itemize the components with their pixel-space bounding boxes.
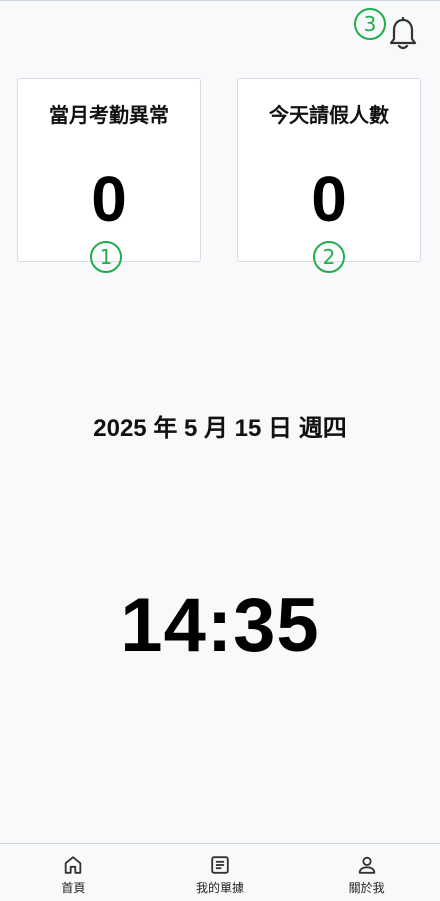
nav-item-my-documents[interactable]: 我的單據 (147, 844, 294, 901)
card-value: 0 (91, 163, 127, 235)
card-value: 0 (311, 163, 347, 235)
monthly-attendance-anomaly-card[interactable]: 當月考勤異常 0 (17, 78, 201, 262)
card-title: 今天請假人數 (269, 105, 389, 127)
nav-label: 關於我 (348, 881, 385, 895)
notification-annotation-badge: 3 (354, 8, 386, 40)
current-time: 14:35 (120, 583, 320, 668)
nav-label: 我的單據 (196, 881, 245, 895)
current-date: 2025 年 5 月 15 日 週四 (93, 415, 347, 442)
home-icon (65, 856, 82, 874)
bell-icon[interactable] (388, 16, 418, 51)
card-title: 當月考勤異常 (49, 105, 169, 127)
today-leave-count-card[interactable]: 今天請假人數 0 (237, 78, 421, 262)
card-annotation-badge: 1 (90, 241, 122, 273)
nav-item-about-me[interactable]: 關於我 (293, 844, 440, 901)
card-annotation-badge: 2 (313, 241, 345, 273)
top-divider (0, 0, 440, 1)
nav-item-home[interactable]: 首頁 (0, 844, 147, 901)
person-icon (358, 856, 375, 874)
bottom-nav: 首頁 我的單據 關於我 (0, 843, 440, 901)
document-icon (211, 856, 229, 874)
nav-label: 首頁 (61, 881, 86, 895)
